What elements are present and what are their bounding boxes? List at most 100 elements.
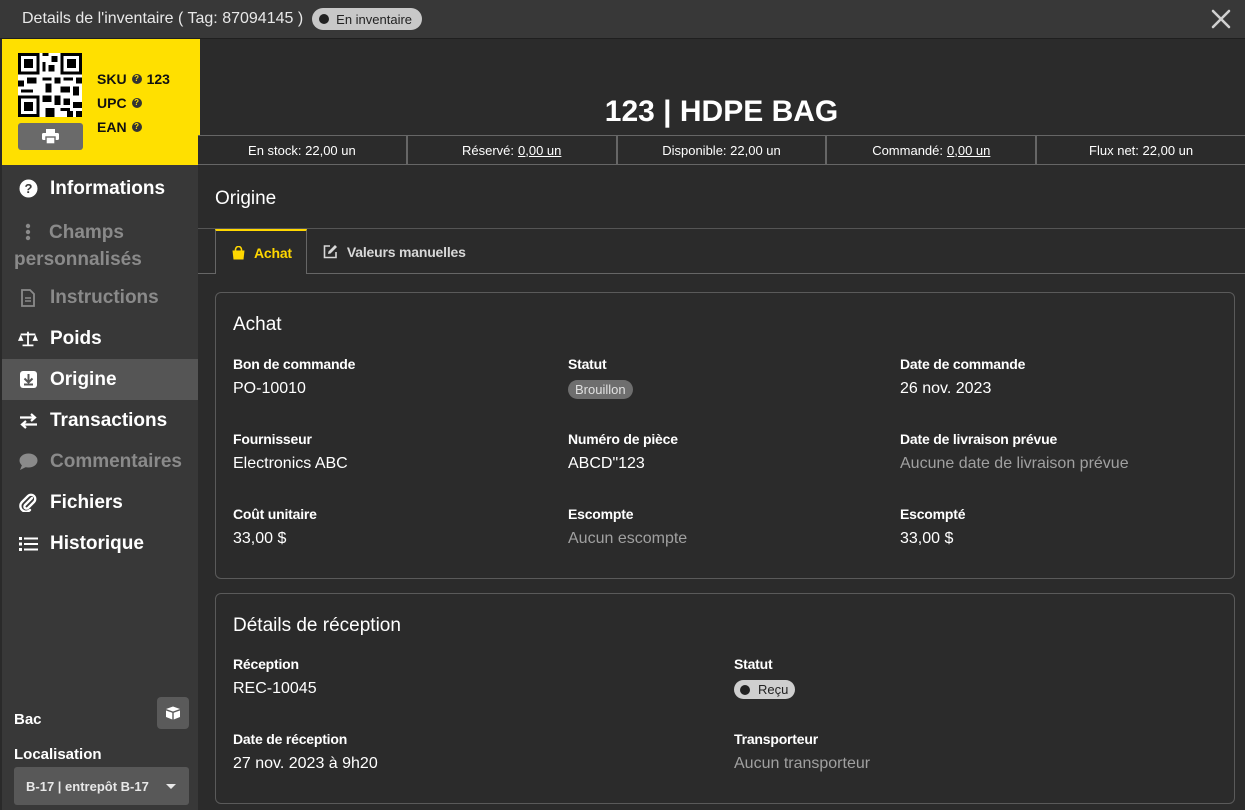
field-label: Escompté xyxy=(900,506,966,522)
sidebar-item-champs[interactable]: Champs personnalisés xyxy=(2,209,198,277)
sidebar-item-label: Instructions xyxy=(50,286,159,308)
sidebar-item-commentaires[interactable]: Commentaires xyxy=(2,441,198,482)
upc-help-icon[interactable]: ? xyxy=(131,98,142,108)
field-label: Fournisseur xyxy=(233,431,312,447)
field-escompte: Escompte Aucun escompte xyxy=(568,506,687,548)
stock-commande: Commandé: 0,00 un xyxy=(827,136,1038,164)
sku-value: 123 xyxy=(146,71,170,87)
inventory-status-badge: En inventaire xyxy=(312,8,423,30)
field-statut-achat: Statut Brouillon xyxy=(568,356,633,399)
field-bon-de-commande: Bon de commande PO-10010 xyxy=(233,356,355,398)
sidebar-item-fichiers[interactable]: Fichiers xyxy=(2,482,198,523)
tab-achat[interactable]: Achat xyxy=(215,229,307,274)
box-icon xyxy=(166,706,180,720)
inventory-status-label: En inventaire xyxy=(336,11,413,27)
sidebar-nav: ? Informations Champs personnalisés Inst… xyxy=(2,168,198,564)
localisation-select[interactable]: B-17 | entrepôt B-17 xyxy=(14,767,189,805)
sidebar-item-instructions[interactable]: Instructions xyxy=(2,277,198,318)
localisation-selected-value: B-17 | entrepôt B-17 xyxy=(26,778,149,794)
edit-icon xyxy=(323,244,338,259)
ean-help-icon[interactable]: ? xyxy=(131,122,142,132)
field-label: Statut xyxy=(734,656,773,672)
stock-summary-bar: En stock: 22,00 un Réservé: 0,00 un Dispo… xyxy=(198,135,1245,165)
status-badge: Reçu xyxy=(734,680,796,699)
comment-icon xyxy=(18,452,38,472)
exchange-arrows-icon xyxy=(18,411,38,431)
field-value: 33,00 $ xyxy=(900,530,954,547)
stock-commande-link[interactable]: 0,00 un xyxy=(947,143,990,158)
reception-card-title: Détails de réception xyxy=(233,615,401,636)
field-value: 26 nov. 2023 xyxy=(900,380,992,397)
product-codes: SKU? 123 UPC? EAN? xyxy=(97,67,170,139)
field-label: Numéro de pièce xyxy=(568,431,678,447)
shopping-bag-icon xyxy=(232,245,245,260)
reception-card: Détails de réception Réception REC-10045… xyxy=(215,593,1235,804)
field-value: PO-10010 xyxy=(233,380,306,397)
sidebar-item-label: Origine xyxy=(50,368,117,390)
sidebar-item-poids[interactable]: Poids xyxy=(2,318,198,359)
stock-commande-label: Commandé: xyxy=(872,142,943,158)
bac-label: Bac xyxy=(14,711,42,728)
status-dot-icon xyxy=(319,14,330,24)
svg-text:?: ? xyxy=(24,181,32,196)
sku-help-icon[interactable]: ? xyxy=(131,74,142,84)
field-label: Coût unitaire xyxy=(233,506,317,522)
field-label: Réception xyxy=(233,656,299,672)
sidebar-item-label: Commentaires xyxy=(50,450,182,472)
sidebar-item-transactions[interactable]: Transactions xyxy=(2,400,198,441)
close-icon[interactable] xyxy=(1209,7,1233,31)
field-value: REC-10045 xyxy=(233,680,317,697)
stock-reserve-link[interactable]: 0,00 un xyxy=(518,143,561,158)
chevron-down-icon xyxy=(166,784,176,789)
field-label: Statut xyxy=(568,356,607,372)
paperclip-icon xyxy=(18,493,38,513)
stock-en-stock: En stock: 22,00 un xyxy=(198,136,408,164)
field-value: Aucune date de livraison prévue xyxy=(900,455,1129,472)
localisation-label: Localisation xyxy=(14,746,102,763)
field-escompte-total: Escompté 33,00 $ xyxy=(900,506,966,548)
field-value: 33,00 $ xyxy=(233,530,287,547)
sku-label: SKU xyxy=(97,71,127,87)
tab-valeurs-label: Valeurs manuelles xyxy=(346,243,466,260)
ean-label: EAN xyxy=(97,119,127,135)
sidebar-item-informations[interactable]: ? Informations xyxy=(2,168,198,209)
field-fournisseur: Fournisseur Electronics ABC xyxy=(233,431,348,473)
field-value: Aucun escompte xyxy=(568,530,688,547)
sidebar-item-origine[interactable]: Origine xyxy=(2,359,198,400)
bin-box-button[interactable] xyxy=(157,697,189,729)
status-badge: Brouillon xyxy=(568,380,633,399)
stock-disponible: Disponible: 22,00 un xyxy=(618,136,828,164)
sidebar: SKU? 123 UPC? EAN? ? Informations Champs … xyxy=(0,39,200,810)
field-cout-unitaire: Coût unitaire 33,00 $ xyxy=(233,506,317,548)
document-icon xyxy=(18,288,38,308)
field-date-de-commande: Date de commande 26 nov. 2023 xyxy=(900,356,1025,398)
sidebar-item-label: Poids xyxy=(50,327,102,349)
print-label-button[interactable] xyxy=(18,123,83,150)
achat-card-title: Achat xyxy=(233,314,282,335)
stock-flux-net-text: Flux net: 22,00 un xyxy=(1089,142,1194,158)
stock-flux-net: Flux net: 22,00 un xyxy=(1037,136,1245,164)
field-label: Date de réception xyxy=(233,731,348,747)
sidebar-item-label: Informations xyxy=(50,177,166,199)
list-icon xyxy=(18,534,38,554)
identity-block: SKU? 123 UPC? EAN? xyxy=(2,39,200,165)
field-label: Transporteur xyxy=(734,731,818,747)
field-value: 27 nov. 2023 à 9h20 xyxy=(233,755,378,772)
sidebar-item-historique[interactable]: Historique xyxy=(2,523,198,564)
field-date-de-reception: Date de réception 27 nov. 2023 à 9h20 xyxy=(233,731,378,773)
upc-label: UPC xyxy=(97,95,127,111)
achat-card: Achat Bon de commande PO-10010 Statut Br… xyxy=(215,292,1235,579)
stock-disponible-text: Disponible: 22,00 un xyxy=(662,142,781,158)
question-circle-icon: ? xyxy=(18,179,38,199)
printer-icon xyxy=(42,129,59,144)
product-title: 123 | HDPE BAG xyxy=(604,95,839,128)
section-title: Origine xyxy=(215,188,277,209)
field-value: Electronics ABC xyxy=(233,455,348,472)
download-box-icon xyxy=(18,370,38,390)
stock-en-stock-text: En stock: 22,00 un xyxy=(248,142,356,158)
tab-valeurs-manuelles[interactable]: Valeurs manuelles xyxy=(307,229,480,274)
scale-icon xyxy=(18,329,38,349)
field-value: ABCD"123 xyxy=(568,455,645,472)
window-title: Details de l'inventaire ( Tag: 87094145 … xyxy=(22,10,304,27)
stock-reserve: Réservé: 0,00 un xyxy=(408,136,618,164)
